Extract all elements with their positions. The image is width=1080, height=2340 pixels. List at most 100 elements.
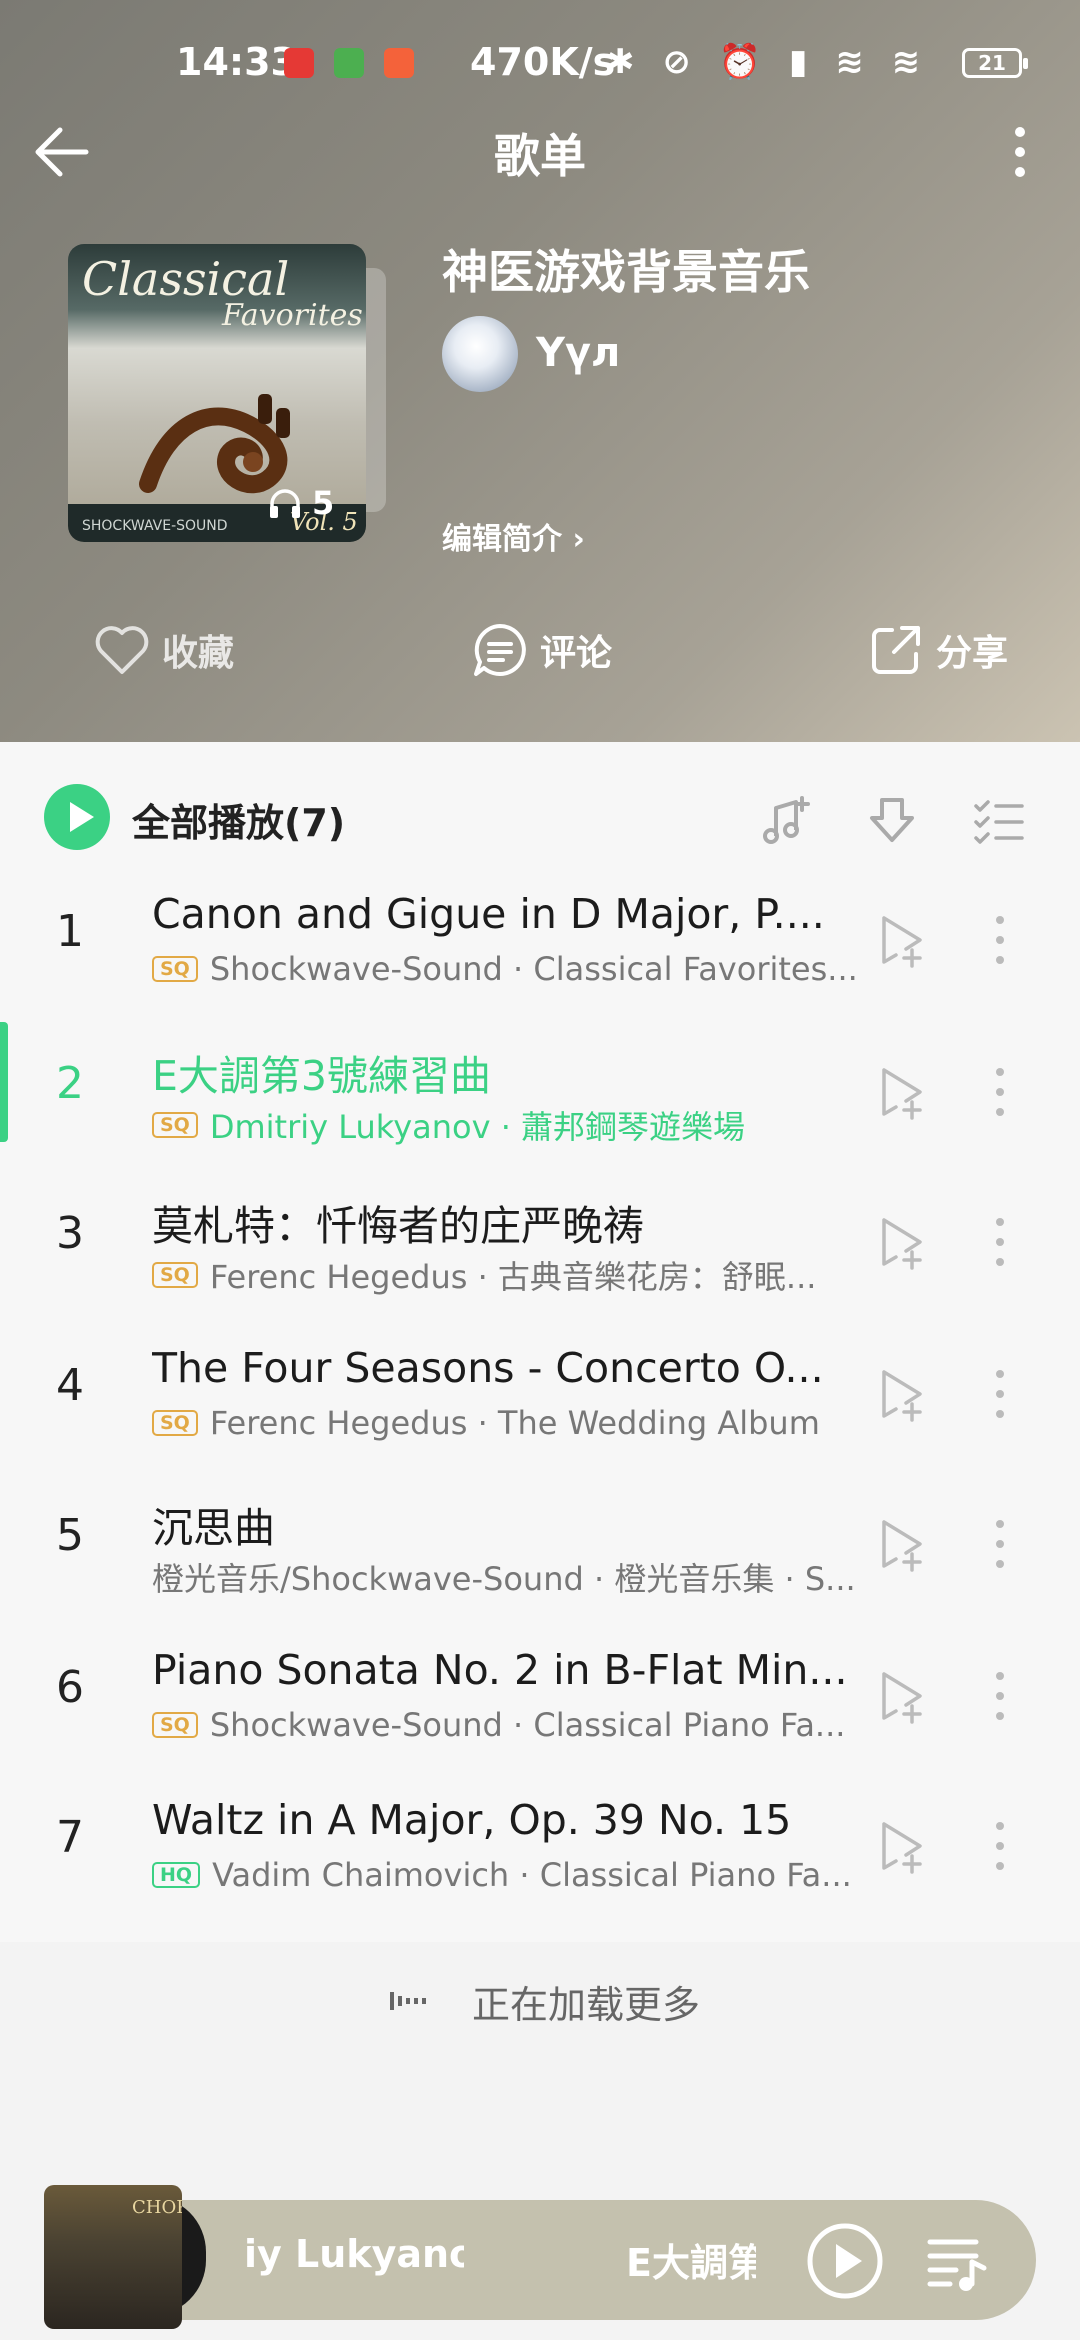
collect-label: 收藏 [162,633,235,674]
multi-select-icon[interactable] [970,792,1026,848]
song-index: 6 [56,1662,84,1713]
cover-brand: SHOCKWAVE-SOUND [82,518,228,534]
comment-button[interactable]: 评论 [470,620,612,680]
song-title: Waltz in A Major, Op. 39 No. 15 [152,1796,792,1844]
add-music-icon[interactable] [758,792,814,848]
creator-avatar[interactable] [442,316,518,392]
song-artist-album: Ferenc Hegedus · 古典音樂花房：舒眠... [209,1258,817,1296]
playlist-name: 神医游戏背景音乐 [442,245,810,299]
song-row[interactable]: 4 The Four Seasons - Concerto O... SQ Fe… [0,1324,1080,1474]
song-meta: HQ Vadim Chaimovich · Classical Piano Fa… [152,1856,858,1894]
song-artist-album: Ferenc Hegedus · The Wedding Album [209,1404,820,1442]
song-artist-album: 橙光音乐/Shockwave-Sound · 橙光音乐集 · S... [152,1560,856,1598]
action-bar: 收藏 评论 分享 [0,620,1080,690]
song-row[interactable]: 3 莫札特：忏悔者的庄严晚祷 SQ Ferenc Hegedus · 古典音樂花… [0,1172,1080,1322]
mini-player-artist: iy Lukyanov [244,2232,464,2276]
comment-label: 评论 [540,633,613,674]
quality-badge: SQ [152,956,198,982]
song-more-icon[interactable] [990,1668,1010,1724]
share-icon [872,626,920,674]
network-speed: 470K/s [470,40,616,84]
play-next-icon[interactable] [876,1668,928,1724]
song-index: 4 [56,1360,84,1411]
loading-text: 正在加载更多 [472,1983,701,2027]
quality-badge: HQ [152,1862,201,1888]
more-vertical-icon[interactable] [1000,120,1040,184]
song-index: 2 [56,1058,84,1109]
song-artist-album: Shockwave-Sound · Classical Favorites... [209,950,858,988]
play-next-icon[interactable] [876,1064,928,1120]
share-button[interactable]: 分享 [866,620,1008,680]
play-icon[interactable] [806,2222,884,2300]
song-more-icon[interactable] [990,1064,1010,1120]
play-all-button[interactable] [44,784,110,850]
song-more-icon[interactable] [990,1366,1010,1422]
quality-badge: SQ [152,1712,198,1738]
song-index: 1 [56,906,84,957]
system-status-icons: ✱ ⊘ ⏰ ▮ ≋ ≋ [606,42,929,82]
status-time: 14:33 [176,40,297,84]
headphones-icon [270,489,300,518]
song-row[interactable]: 7 Waltz in A Major, Op. 39 No. 15 HQ Vad… [0,1776,1080,1926]
download-notif-icon [334,48,364,78]
song-title: The Four Seasons - Concerto O... [152,1344,824,1392]
loading-wave-icon [390,1992,426,2010]
mini-cover-label: CHOPIN [132,2197,182,2218]
play-count-value: 5 [312,484,335,522]
song-more-icon[interactable] [990,912,1010,968]
song-more-icon[interactable] [990,1818,1010,1874]
song-index: 5 [56,1510,84,1561]
song-more-icon[interactable] [990,1516,1010,1572]
battery-icon: 21 [962,48,1028,78]
song-row-playing[interactable]: 2 E大調第3號練習曲 SQ Dmitriy Lukyanov · 蕭邦鋼琴遊樂… [0,1022,1080,1172]
song-artist-album: Shockwave-Sound · Classical Piano Fa... [209,1706,846,1744]
comment-icon [474,624,526,676]
mini-player-title: E大調第 [626,2241,756,2285]
netease-notif-icon [284,48,314,78]
creator-username[interactable]: Yүл [536,330,620,376]
playlist-queue-icon[interactable] [926,2232,988,2292]
song-artist-album: Vadim Chaimovich · Classical Piano Fa... [212,1856,852,1894]
play-next-icon[interactable] [876,912,928,968]
edit-intro-link[interactable]: 编辑简介 › [442,514,585,558]
store-notif-icon [384,48,414,78]
song-title: Canon and Gigue in D Major, P.... [152,890,825,938]
mini-player-cover[interactable]: CHOPIN [44,2185,182,2329]
quality-badge: SQ [152,1262,198,1288]
cover-title-line2: Favorites [222,298,363,333]
share-label: 分享 [936,633,1009,674]
play-next-icon[interactable] [876,1818,928,1874]
song-meta: SQ Shockwave-Sound · Classical Piano Fa.… [152,1706,858,1744]
violin-scroll-image [139,394,290,494]
song-index: 3 [56,1208,84,1259]
page-title: 歌单 [494,129,586,183]
song-more-icon[interactable] [990,1214,1010,1270]
play-count: 5 [268,484,334,522]
status-bar: 14:33 470K/s ✱ ⊘ ⏰ ▮ ≋ ≋ 21 [0,36,1080,92]
playlist-header: 14:33 470K/s ✱ ⊘ ⏰ ▮ ≋ ≋ 21 歌单 Classical… [0,0,1080,742]
song-row[interactable]: 1 Canon and Gigue in D Major, P.... SQ S… [0,870,1080,1020]
quality-badge: SQ [152,1410,198,1436]
song-meta: 橙光音乐/Shockwave-Sound · 橙光音乐集 · S... [152,1554,858,1600]
song-index: 7 [56,1812,84,1863]
play-all-label[interactable]: 全部播放(7) [132,792,345,847]
download-icon[interactable] [864,792,920,848]
song-row[interactable]: 6 Piano Sonata No. 2 in B-Flat Min... SQ… [0,1626,1080,1776]
song-meta: SQ Dmitriy Lukyanov · 蕭邦鋼琴遊樂場 [152,1102,858,1148]
song-title: 莫札特：忏悔者的庄严晚祷 [152,1202,644,1250]
quality-badge: SQ [152,1112,198,1138]
song-meta: SQ Ferenc Hegedus · The Wedding Album [152,1404,858,1442]
now-playing-indicator [0,1022,8,1142]
song-meta: SQ Ferenc Hegedus · 古典音樂花房：舒眠... [152,1252,858,1298]
song-list: 全部播放(7) 1 Canon and Gigue in D Major, P.… [0,742,1080,1942]
heart-icon [95,626,149,674]
play-next-icon[interactable] [876,1516,928,1572]
play-next-icon[interactable] [876,1214,928,1270]
song-row[interactable]: 5 沉思曲 橙光音乐/Shockwave-Sound · 橙光音乐集 · S..… [0,1474,1080,1624]
song-meta: SQ Shockwave-Sound · Classical Favorites… [152,950,858,988]
play-next-icon[interactable] [876,1366,928,1422]
collect-button[interactable]: 收藏 [92,620,234,680]
song-title: Piano Sonata No. 2 in B-Flat Min... [152,1646,848,1694]
song-title: 沉思曲 [152,1504,275,1552]
song-artist-album: Dmitriy Lukyanov · 蕭邦鋼琴遊樂場 [209,1108,746,1146]
